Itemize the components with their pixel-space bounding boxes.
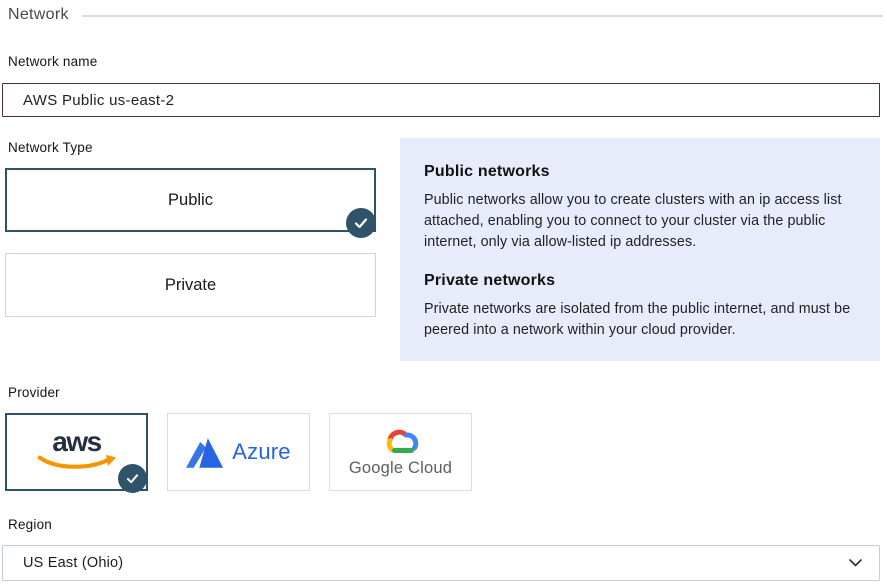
network-type-option-private[interactable]: Private <box>5 253 376 317</box>
selected-check-icon <box>346 208 376 238</box>
aws-smile-icon <box>34 454 120 474</box>
azure-logo-icon <box>186 436 224 469</box>
google-cloud-logo: Google Cloud <box>349 426 452 478</box>
section-header: Network <box>0 0 887 24</box>
region-label: Region <box>8 517 887 532</box>
aws-logo: aws <box>34 429 120 474</box>
azure-logo: Azure <box>186 436 290 469</box>
selected-check-icon <box>118 464 147 493</box>
section-divider <box>82 15 883 17</box>
google-cloud-logo-icon <box>380 426 422 457</box>
google-cloud-logo-text: Google Cloud <box>349 459 452 478</box>
azure-logo-text: Azure <box>232 439 290 465</box>
network-type-public-label: Public <box>168 191 213 210</box>
provider-option-google-cloud[interactable]: Google Cloud <box>329 413 472 491</box>
provider-option-aws[interactable]: aws <box>5 413 148 491</box>
chevron-down-icon <box>849 559 862 567</box>
region-select[interactable]: US East (Ohio) <box>2 545 880 581</box>
provider-options: aws Azure <box>5 413 887 491</box>
network-type-option-public[interactable]: Public <box>5 168 376 232</box>
region-selected-value: US East (Ohio) <box>23 555 123 571</box>
info-private-heading: Private networks <box>424 272 856 290</box>
section-title: Network <box>8 6 69 24</box>
aws-logo-text: aws <box>52 429 100 455</box>
network-type-private-label: Private <box>165 276 216 295</box>
network-name-label: Network name <box>8 54 887 69</box>
info-public-heading: Public networks <box>424 163 856 181</box>
network-form: Network Network name Network Type Public… <box>0 0 887 584</box>
network-type-section: Network Type Public Private Public netwo… <box>0 140 887 363</box>
network-name-input[interactable] <box>2 83 880 117</box>
network-type-info-panel: Public networks Public networks allow yo… <box>400 138 880 361</box>
info-private-body: Private networks are isolated from the p… <box>424 299 856 341</box>
info-public-body: Public networks allow you to create clus… <box>424 190 856 253</box>
provider-option-azure[interactable]: Azure <box>167 413 310 491</box>
provider-label: Provider <box>8 385 887 400</box>
